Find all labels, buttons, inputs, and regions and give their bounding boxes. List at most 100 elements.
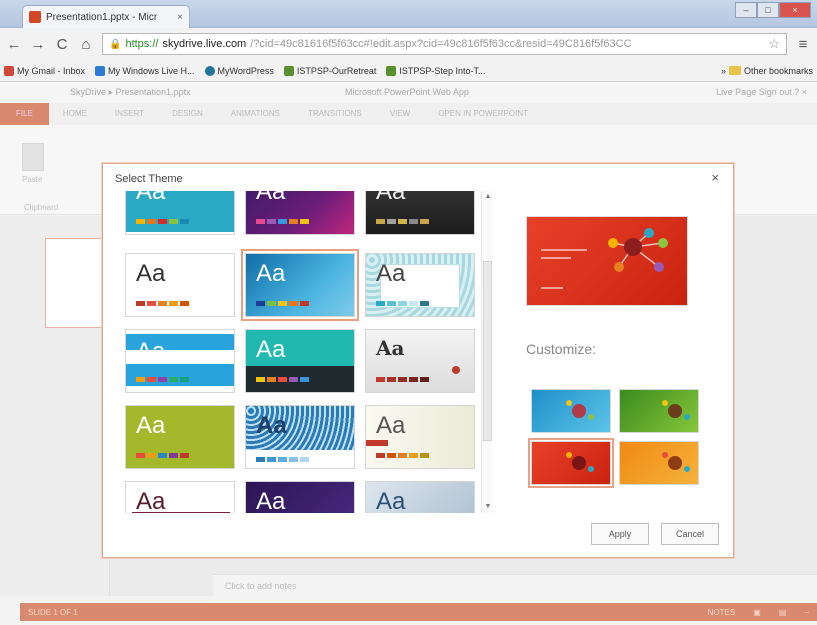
theme-cream-stripe[interactable]: Aa — [365, 405, 475, 469]
forward-arrow-icon[interactable]: → — [30, 36, 46, 53]
address-bar[interactable]: 🔒 https://skydrive.live.com/?cid=49c8161… — [102, 33, 787, 55]
scroll-up-icon[interactable]: ▲ — [482, 191, 494, 203]
bookmark-gmail[interactable]: My Gmail - Inbox — [4, 65, 86, 76]
url-path: /?cid=49c81616f5f63cc#!edit.aspx?cid=49c… — [250, 38, 632, 50]
dialog-close-icon[interactable]: × — [711, 170, 719, 185]
account-links: Live Page Sign out ? × — [716, 87, 807, 97]
color-swatches — [136, 219, 189, 224]
select-theme-dialog: Select Theme × Aa Aa Aa Aa Aa Aa Aa Aa A… — [102, 163, 734, 558]
bookmark-label: My Gmail - Inbox — [17, 65, 86, 76]
scroll-thumb[interactable] — [483, 261, 492, 441]
theme-preview — [526, 216, 688, 306]
tab-view: VIEW — [389, 109, 411, 118]
minimize-button[interactable]: – — [735, 2, 757, 18]
site-icon — [283, 65, 294, 76]
maximize-button[interactable]: □ — [757, 2, 779, 18]
theme-office-white[interactable]: Aa — [125, 253, 235, 317]
theme-purple-dark[interactable]: Aa — [245, 481, 355, 513]
theme-sample-text: Aa — [136, 338, 166, 365]
color-swatches — [256, 457, 309, 462]
preview-diagram-icon — [608, 228, 668, 272]
home-icon[interactable]: ⌂ — [78, 36, 94, 53]
theme-sample-text: Aa — [376, 191, 406, 205]
window-controls: – □ × — [735, 2, 811, 18]
theme-teal-pattern[interactable]: Aa — [365, 253, 475, 317]
scroll-down-icon[interactable]: ▼ — [482, 501, 494, 513]
bookmark-istpsp-retreat[interactable]: ISTPSP-OurRetreat — [283, 65, 376, 76]
wordpress-icon — [204, 65, 215, 76]
menu-icon[interactable]: ≡ — [795, 36, 811, 53]
back-arrow-icon[interactable]: ← — [6, 36, 22, 53]
variant-orange[interactable] — [619, 441, 699, 485]
color-swatches — [256, 219, 309, 224]
other-bookmarks[interactable]: » Other bookmarks — [721, 66, 813, 76]
theme-sample-text: Aa — [376, 260, 406, 287]
customize-label: Customize: — [526, 341, 597, 357]
bookmark-star-icon[interactable]: ☆ — [768, 36, 780, 52]
color-swatches — [376, 377, 429, 382]
url-host: skydrive.live.com — [162, 38, 247, 50]
tab-title: Presentation1.pptx - Micr — [46, 11, 158, 23]
color-swatches — [376, 301, 429, 306]
powerpoint-favicon-icon — [29, 11, 41, 23]
theme-blue-gradient[interactable]: Aa — [241, 249, 359, 321]
theme-teal-top[interactable]: Aa — [125, 191, 235, 235]
bookmark-windows-live[interactable]: My Windows Live H... — [95, 65, 195, 76]
windows-live-icon — [95, 65, 106, 76]
bookmark-istpsp-step[interactable]: ISTPSP-Step Into-T... — [386, 65, 485, 76]
toolbar: ← → C ⌂ 🔒 https://skydrive.live.com/?cid… — [0, 28, 817, 60]
folder-icon — [728, 66, 741, 75]
more-chevron-icon: » — [720, 65, 726, 76]
theme-sample-text: Aa — [256, 412, 287, 439]
theme-dark-gray[interactable]: Aa — [365, 191, 475, 235]
theme-sample-text: Aa — [256, 336, 286, 363]
theme-white-maroon[interactable]: Aa — [125, 481, 235, 513]
app-title-bar: SkyDrive ▸ Presentation1.pptx Microsoft … — [0, 83, 817, 103]
cancel-button[interactable]: Cancel — [661, 523, 719, 545]
dialog-title: Select Theme — [115, 173, 183, 185]
status-bar: SLIDE 1 OF 1 NOTES ▣ ▤ − — [20, 603, 817, 621]
theme-sample-text: Aa — [136, 191, 166, 205]
theme-sample-text: Aa — [256, 260, 286, 287]
browser-tab[interactable]: Presentation1.pptx - Micr × — [22, 5, 190, 28]
bookmark-label: My Windows Live H... — [108, 65, 195, 76]
theme-sample-text: Aa — [376, 488, 406, 514]
gmail-icon — [4, 65, 14, 76]
gallery-scrollbar[interactable]: ▲ ▼ — [481, 191, 493, 513]
theme-purple-wave[interactable]: Aa — [245, 191, 355, 235]
variant-green[interactable] — [619, 389, 699, 433]
slide-count: SLIDE 1 OF 1 — [28, 607, 78, 617]
theme-sample-text: Aa — [376, 336, 405, 360]
paste-label: Paste — [22, 175, 43, 184]
bookmark-wordpress[interactable]: MyWordPress — [204, 65, 274, 76]
theme-blue-bands[interactable]: Aa — [125, 329, 235, 393]
color-swatches — [136, 377, 189, 382]
theme-sample-text: Aa — [256, 191, 286, 205]
ribbon-tabs: FILE HOME INSERT DESIGN ANIMATIONS TRANS… — [0, 103, 817, 125]
notes-toggle: NOTES — [707, 607, 736, 617]
breadcrumb: SkyDrive ▸ Presentation1.pptx — [70, 87, 191, 97]
slide-1-thumbnail — [45, 238, 110, 328]
tab-transitions: TRANSITIONS — [307, 109, 362, 118]
variant-blue[interactable] — [531, 389, 611, 433]
theme-blue-gray-swirl[interactable]: Aa — [365, 481, 475, 513]
lock-icon: 🔒 — [109, 38, 122, 50]
window-close-button[interactable]: × — [779, 2, 811, 18]
tab-file: FILE — [0, 103, 49, 125]
theme-blue-circles[interactable]: Aa — [245, 405, 355, 469]
theme-gray-serif[interactable]: Aa — [365, 329, 475, 393]
theme-gallery: Aa Aa Aa Aa Aa Aa Aa Aa Aa Aa Aa Aa Aa A… — [121, 191, 496, 513]
color-swatches — [256, 377, 309, 382]
theme-teal-black[interactable]: Aa — [245, 329, 355, 393]
variant-red[interactable] — [528, 438, 614, 488]
tab-animations: ANIMATIONS — [230, 109, 280, 118]
theme-sample-text: Aa — [376, 412, 406, 439]
tab-design: DESIGN — [172, 109, 203, 118]
reload-icon[interactable]: C — [54, 36, 70, 53]
theme-lime-green[interactable]: Aa — [125, 405, 235, 469]
tab-insert: INSERT — [114, 109, 145, 118]
tab-close-icon[interactable]: × — [177, 12, 183, 23]
apply-button[interactable]: Apply — [591, 523, 649, 545]
theme-sample-text: Aa — [136, 488, 166, 514]
paste-icon — [22, 143, 44, 171]
